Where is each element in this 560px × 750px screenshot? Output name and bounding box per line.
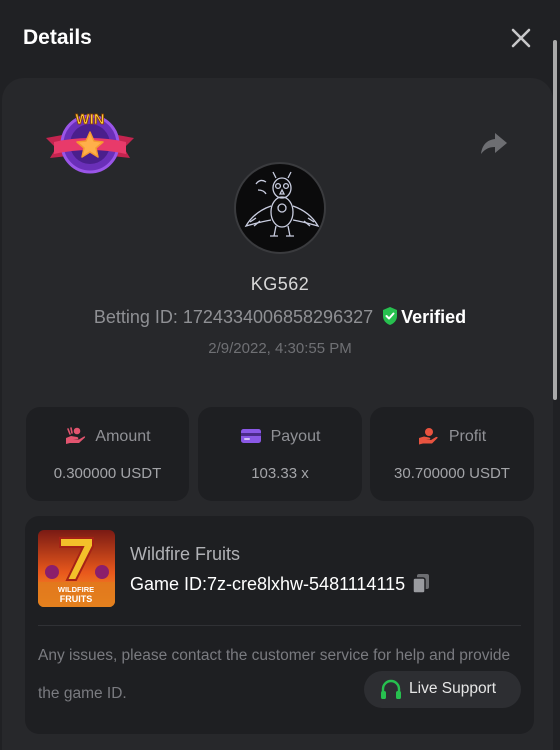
details-header: Details — [0, 0, 560, 78]
stat-value-payout: 103.33 x — [251, 465, 309, 482]
share-icon — [481, 133, 507, 154]
stat-card-amount: Amount 0.300000 USDT — [26, 407, 189, 501]
stat-label-profit: Profit — [448, 428, 487, 445]
shield-check-icon — [383, 307, 398, 325]
profit-hand-icon — [418, 428, 438, 445]
stat-label-payout: Payout — [270, 428, 321, 445]
divider — [38, 625, 521, 626]
verified-label: Verified — [401, 307, 467, 327]
username: KG562 — [250, 274, 310, 294]
share-button[interactable] — [478, 128, 510, 158]
win-badge: WIN — [44, 108, 136, 178]
live-support-label: Live Support — [409, 680, 497, 697]
svg-text:FRUITS: FRUITS — [60, 594, 93, 604]
stat-card-profit: Profit 30.700000 USDT — [370, 407, 534, 501]
betting-id: Betting ID: 1724334006858296327 — [93, 307, 374, 327]
stat-label-amount: Amount — [95, 428, 151, 445]
headset-icon — [381, 679, 401, 699]
copy-icon — [412, 574, 430, 594]
stat-card-payout: Payout 103.33 x — [198, 407, 362, 501]
game-id-row: Game ID:7z-cre8lxhw-5481114115 — [130, 572, 431, 595]
stat-value-amount: 0.300000 USDT — [53, 465, 162, 482]
live-support-button[interactable]: Live Support — [364, 671, 521, 708]
card-icon — [240, 429, 261, 443]
copy-button[interactable] — [411, 572, 431, 594]
svg-text:WILDFIRE: WILDFIRE — [58, 585, 94, 594]
close-button[interactable] — [508, 25, 534, 51]
stat-value-profit: 30.700000 USDT — [394, 465, 510, 482]
bet-timestamp: 2/9/2022, 4:30:55 PM — [208, 340, 352, 357]
money-hand-icon — [66, 427, 86, 444]
win-badge-text: WIN — [75, 111, 104, 128]
game-thumbnail[interactable]: WILDFIRE FRUITS — [38, 530, 115, 607]
game-name: Wildfire Fruits — [130, 544, 241, 564]
owl-avatar-icon — [244, 171, 320, 237]
page-title: Details — [23, 26, 92, 49]
game-id: Game ID:7z-cre8lxhw-5481114115 — [130, 574, 406, 594]
avatar — [234, 162, 326, 254]
betting-id-row: Betting ID: 1724334006858296327 Verified — [0, 306, 560, 328]
wildfire-fruits-logo: WILDFIRE FRUITS — [38, 530, 115, 607]
close-icon — [511, 28, 531, 48]
